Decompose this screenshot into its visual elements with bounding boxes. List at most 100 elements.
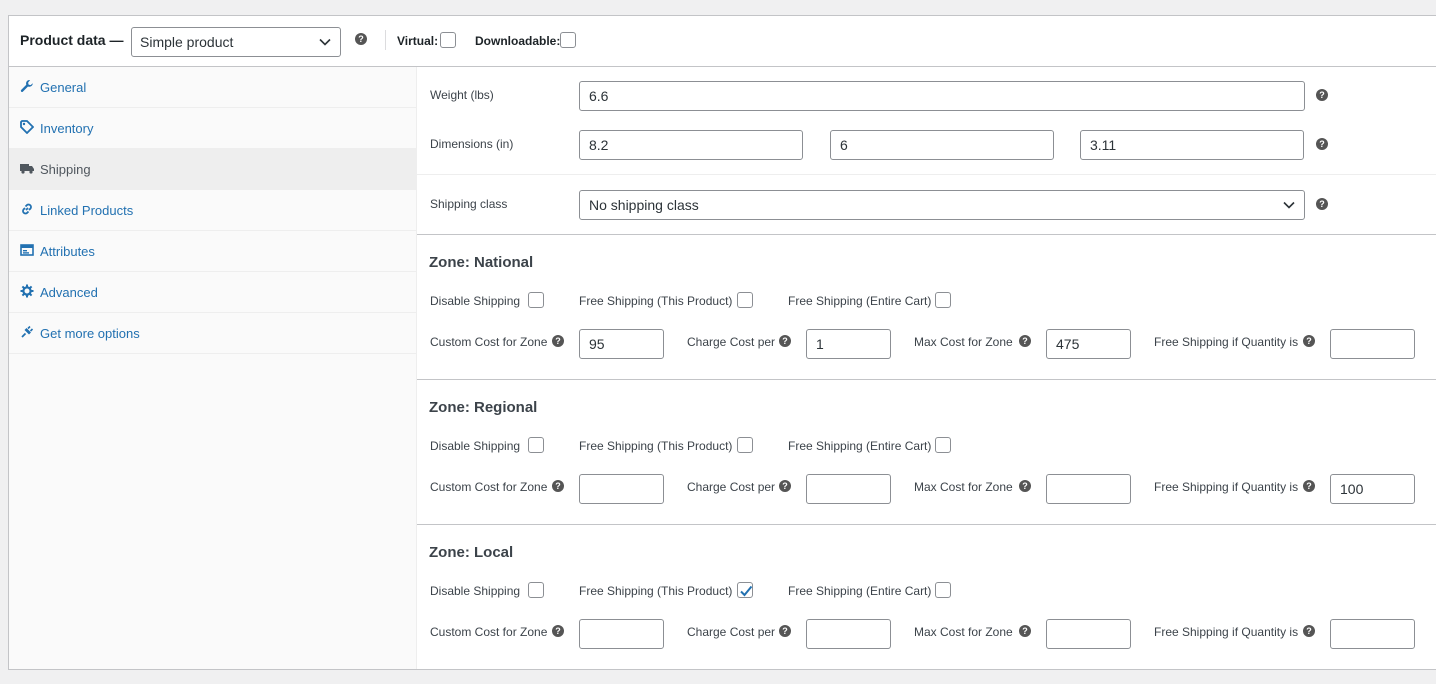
free-shipping-cart-label: Free Shipping (Entire Cart) — [788, 439, 932, 453]
shipping-class-value: No shipping class — [589, 197, 699, 213]
help-icon[interactable]: ? — [779, 480, 791, 492]
chevron-down-icon — [1283, 201, 1295, 209]
custom-cost-label: Custom Cost for Zone — [430, 335, 548, 349]
help-icon[interactable]: ? — [1316, 198, 1328, 210]
weight-value: 6.6 — [589, 88, 609, 104]
checkmark-icon — [740, 585, 753, 597]
gear-icon — [20, 284, 34, 298]
zone-local: Zone: Local Disable Shipping Free Shippi… — [417, 525, 1436, 670]
length-input[interactable]: 8.2 — [579, 130, 803, 160]
tab-label: Attributes — [40, 244, 95, 259]
charge-cost-input[interactable] — [806, 474, 891, 504]
virtual-checkbox[interactable] — [440, 32, 456, 48]
max-cost-input[interactable] — [1046, 619, 1131, 649]
tab-label: Shipping — [40, 162, 91, 177]
product-data-panel: Product data — Simple product ? Virtual:… — [8, 15, 1436, 670]
height-input[interactable]: 3.11 — [1080, 130, 1304, 160]
help-icon[interactable]: ? — [1019, 625, 1031, 637]
product-type-value: Simple product — [140, 34, 234, 50]
product-data-tabs: General Inventory Shipping Linked Produc… — [9, 67, 417, 669]
chevron-down-icon — [319, 38, 331, 46]
help-icon[interactable]: ? — [355, 33, 367, 45]
downloadable-label: Downloadable: — [475, 34, 561, 48]
free-qty-input[interactable]: 100 — [1330, 474, 1415, 504]
tab-attributes[interactable]: Attributes — [9, 231, 417, 272]
free-qty-label: Free Shipping if Quantity is — [1154, 335, 1299, 349]
help-icon[interactable]: ? — [552, 480, 564, 492]
free-shipping-product-checkbox[interactable] — [737, 437, 753, 453]
free-shipping-product-checkbox[interactable] — [737, 292, 753, 308]
max-cost-label: Max Cost for Zone — [914, 625, 1013, 639]
tab-label: General — [40, 80, 87, 95]
max-cost-value: 475 — [1056, 336, 1080, 352]
custom-cost-label: Custom Cost for Zone — [430, 625, 548, 639]
disable-shipping-label: Disable Shipping — [430, 584, 521, 598]
weight-input[interactable]: 6.6 — [579, 81, 1305, 111]
zone-national: Zone: National Disable Shipping Free Shi… — [417, 235, 1436, 380]
custom-cost-label: Custom Cost for Zone — [430, 480, 548, 494]
tab-linked-products[interactable]: Linked Products — [9, 190, 417, 231]
custom-cost-value: 95 — [589, 336, 605, 352]
help-icon[interactable]: ? — [1303, 335, 1315, 347]
dimensions-label: Dimensions (in) — [430, 137, 514, 151]
max-cost-input[interactable]: 475 — [1046, 329, 1131, 359]
help-icon[interactable]: ? — [1316, 89, 1328, 101]
tab-label: Linked Products — [40, 203, 134, 218]
free-shipping-product-checkbox[interactable] — [737, 582, 753, 598]
free-shipping-product-label: Free Shipping (This Product) — [579, 584, 733, 598]
wrench-icon — [20, 80, 33, 92]
charge-cost-input[interactable] — [806, 619, 891, 649]
header-divider — [385, 30, 386, 50]
free-shipping-cart-checkbox[interactable] — [935, 437, 951, 453]
tab-get-more-options[interactable]: Get more options — [9, 313, 417, 354]
shipping-class-select[interactable]: No shipping class — [579, 190, 1305, 220]
help-icon[interactable]: ? — [1316, 138, 1328, 150]
help-icon[interactable]: ? — [779, 625, 791, 637]
free-shipping-cart-checkbox[interactable] — [935, 582, 951, 598]
width-input[interactable]: 6 — [830, 130, 1054, 160]
tab-general[interactable]: General — [9, 67, 417, 108]
free-qty-label: Free Shipping if Quantity is — [1154, 625, 1299, 639]
product-data-header: Product data — Simple product ? Virtual:… — [9, 16, 1436, 67]
shipping-class-label: Shipping class — [430, 197, 508, 211]
help-icon[interactable]: ? — [1303, 625, 1315, 637]
disable-shipping-checkbox[interactable] — [528, 582, 544, 598]
custom-cost-input[interactable] — [579, 619, 664, 649]
tab-inventory[interactable]: Inventory — [9, 108, 417, 149]
max-cost-input[interactable] — [1046, 474, 1131, 504]
disable-shipping-checkbox[interactable] — [528, 292, 544, 308]
tab-advanced[interactable]: Advanced — [9, 272, 417, 313]
product-type-select[interactable]: Simple product — [131, 27, 341, 57]
tag-icon — [20, 120, 34, 134]
tab-label: Inventory — [40, 121, 94, 136]
divider — [417, 174, 1436, 175]
custom-cost-input[interactable] — [579, 474, 664, 504]
free-qty-input[interactable] — [1330, 619, 1415, 649]
help-icon[interactable]: ? — [1019, 480, 1031, 492]
free-shipping-cart-label: Free Shipping (Entire Cart) — [788, 584, 932, 598]
custom-cost-input[interactable]: 95 — [579, 329, 664, 359]
truck-icon — [20, 164, 34, 174]
help-icon[interactable]: ? — [552, 625, 564, 637]
free-qty-label: Free Shipping if Quantity is — [1154, 480, 1299, 494]
zone-title: Zone: Regional — [429, 399, 538, 416]
downloadable-checkbox[interactable] — [560, 32, 576, 48]
free-qty-input[interactable] — [1330, 329, 1415, 359]
tab-label: Get more options — [40, 326, 140, 341]
max-cost-label: Max Cost for Zone — [914, 480, 1013, 494]
virtual-label: Virtual: — [397, 34, 439, 48]
help-icon[interactable]: ? — [1019, 335, 1031, 347]
help-icon[interactable]: ? — [1303, 480, 1315, 492]
zone-title: Zone: Local — [429, 544, 514, 561]
free-shipping-cart-checkbox[interactable] — [935, 292, 951, 308]
help-icon[interactable]: ? — [552, 335, 564, 347]
weight-label: Weight (lbs) — [430, 88, 494, 102]
disable-shipping-label: Disable Shipping — [430, 439, 521, 453]
help-icon[interactable]: ? — [779, 335, 791, 347]
zone-regional: Zone: Regional Disable Shipping Free Shi… — [417, 380, 1436, 525]
charge-cost-input[interactable]: 1 — [806, 329, 891, 359]
zone-title: Zone: National — [429, 254, 534, 271]
disable-shipping-checkbox[interactable] — [528, 437, 544, 453]
tab-shipping[interactable]: Shipping — [9, 149, 417, 190]
height-value: 3.11 — [1090, 137, 1117, 153]
